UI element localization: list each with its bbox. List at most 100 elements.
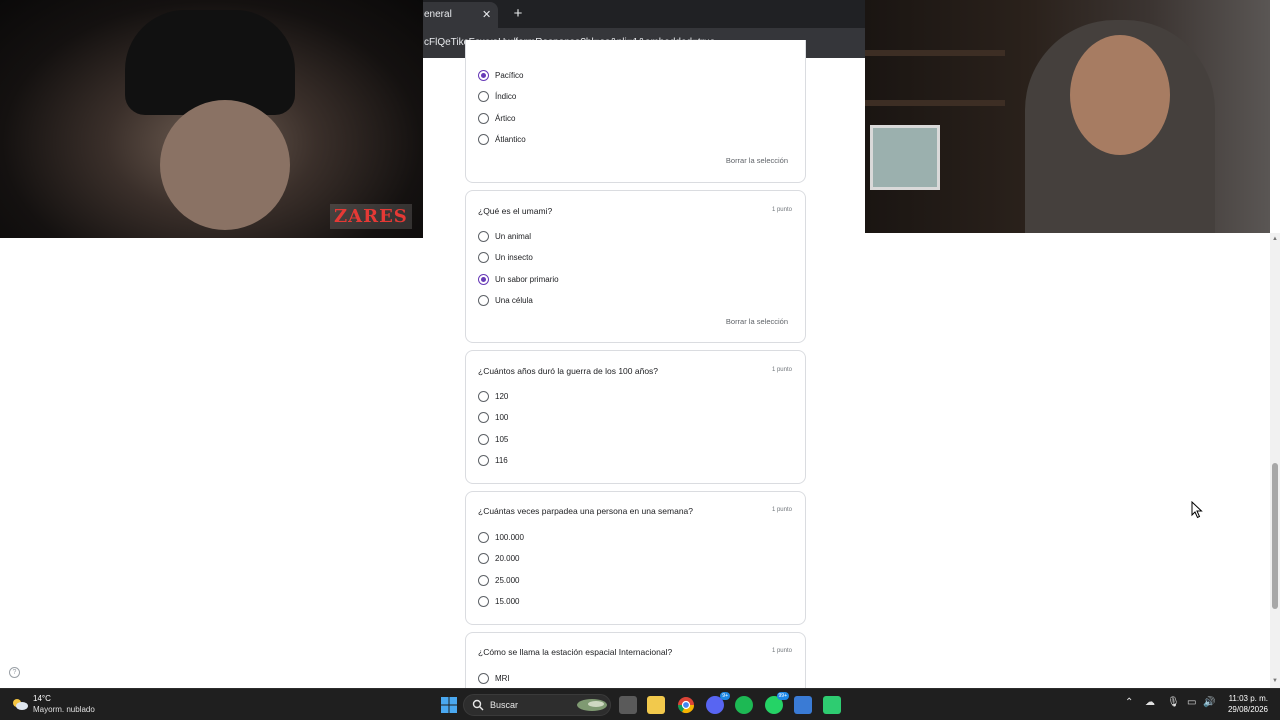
webcam-right [865, 0, 1270, 233]
clear-selection-button[interactable]: Borrar la selección [726, 317, 788, 326]
option-un-sabor-primario[interactable]: Un sabor primario [478, 272, 559, 286]
option-label: 20.000 [495, 553, 520, 563]
option-indico[interactable]: Índico [478, 89, 516, 103]
radio[interactable] [478, 531, 489, 543]
radio[interactable] [478, 433, 489, 445]
search-label: Buscar [490, 700, 519, 710]
volume-icon[interactable]: 🔊 [1203, 697, 1215, 708]
chrome-icon[interactable] [677, 696, 695, 714]
scrollbar-thumb[interactable] [1272, 463, 1278, 609]
option-20000[interactable]: 20.000 [478, 551, 519, 565]
microphone-icon[interactable]: 🎙 [1167, 697, 1180, 708]
option-116[interactable]: 116 [478, 453, 508, 467]
webcam-left-face [160, 100, 290, 230]
task-view-icon[interactable] [619, 696, 637, 714]
option-105[interactable]: 105 [478, 432, 508, 446]
whatsapp-badge: 99+ [776, 692, 789, 700]
clock-time[interactable]: 11:03 p. m. [1226, 694, 1268, 703]
cloudy-weather-icon[interactable] [11, 697, 29, 711]
option-label: MRI [495, 673, 510, 683]
picture-frame [870, 125, 940, 190]
radio[interactable] [478, 230, 489, 242]
chevron-up-icon[interactable]: ⌃ [1125, 697, 1133, 708]
radio[interactable] [478, 294, 489, 306]
webcam-right-head [1070, 35, 1170, 155]
option-label: 100.000 [495, 532, 524, 542]
obs-app-icon[interactable] [823, 696, 841, 714]
scroll-down-icon[interactable]: ▼ [1272, 678, 1278, 684]
help-icon[interactable]: ? [9, 667, 20, 678]
search-icon [472, 699, 484, 711]
question-card: Pacífico Índico Ártico Átlantico Borrar … [465, 40, 806, 183]
option-label: 15.000 [495, 596, 520, 606]
tab-title: eneral [424, 9, 452, 20]
app-window-icon[interactable] [794, 696, 812, 714]
radio[interactable] [478, 411, 489, 423]
question-points: 1 punto [771, 207, 792, 213]
question-title: ¿Qué es el umami? [478, 206, 553, 216]
webcam-left: ZARES [0, 0, 423, 238]
option-label: 120 [495, 391, 509, 401]
option-100000[interactable]: 100.000 [478, 530, 524, 544]
taskbar: 14°C Mayorm. nublado Buscar 9+ 99+ ⌃ ☁ 🎙 [0, 688, 1280, 720]
close-tab-icon[interactable]: ✕ [482, 2, 491, 28]
shelf [865, 100, 1005, 106]
spotify-icon[interactable] [735, 696, 753, 714]
option-label: Índico [495, 91, 517, 101]
option-artico[interactable]: Ártico [478, 111, 515, 125]
browser-tabbar: eneral ✕ + [422, 0, 866, 28]
file-explorer-icon[interactable] [647, 696, 665, 714]
option-label: Una célula [495, 295, 533, 305]
new-tab-button[interactable]: + [506, 2, 530, 26]
radio[interactable] [478, 390, 489, 402]
option-15000[interactable]: 15.000 [478, 594, 519, 608]
windows-start-icon[interactable] [440, 696, 458, 714]
question-points: 1 punto [771, 648, 792, 654]
mouse-cursor-icon [1191, 501, 1203, 519]
question-card: ¿Cuántos años duró la guerra de los 100 … [465, 350, 806, 484]
option-label: 100 [495, 412, 509, 422]
option-120[interactable]: 120 [478, 389, 508, 403]
scrollbar-track[interactable] [1270, 233, 1280, 688]
question-title: ¿Cuántas veces parpadea una persona en u… [478, 506, 694, 516]
shelf [865, 50, 1005, 56]
network-tray-icon[interactable]: ☁ [1145, 697, 1155, 708]
radio[interactable] [478, 112, 489, 124]
option-un-insecto[interactable]: Un insecto [478, 250, 533, 264]
display-icon[interactable]: ▭ [1187, 697, 1196, 708]
radio[interactable] [478, 454, 489, 466]
option-un-animal[interactable]: Un animal [478, 229, 531, 243]
radio[interactable] [478, 251, 489, 263]
option-label: Un sabor primario [495, 274, 559, 284]
option-pacifico[interactable]: Pacífico [478, 68, 523, 82]
radio[interactable] [478, 133, 489, 145]
discord-icon[interactable]: 9+ [706, 692, 730, 714]
option-25000[interactable]: 25.000 [478, 573, 519, 587]
weather-description[interactable]: Mayorm. nublado [33, 705, 95, 714]
scroll-up-icon[interactable]: ▲ [1272, 236, 1278, 242]
option-100[interactable]: 100 [478, 410, 508, 424]
clock-date[interactable]: 29/08/2026 [1226, 705, 1268, 714]
question-title: ¿Cómo se llama la estación espacial Inte… [478, 647, 673, 657]
option-una-celula[interactable]: Una célula [478, 293, 533, 307]
radio-checked[interactable] [478, 69, 489, 81]
radio[interactable] [478, 595, 489, 607]
option-atlantico[interactable]: Átlantico [478, 132, 526, 146]
question-card: ¿Qué es el umami? 1 punto Un animal Un i… [465, 190, 806, 343]
option-label: Ártico [495, 113, 516, 123]
option-mri[interactable]: MRI [478, 671, 510, 685]
question-card: ¿Cuántas veces parpadea una persona en u… [465, 491, 806, 625]
clear-selection-button[interactable]: Borrar la selección [726, 156, 788, 165]
radio[interactable] [478, 672, 489, 684]
radio[interactable] [478, 574, 489, 586]
search-highlight-icon [577, 699, 607, 711]
weather-temperature[interactable]: 14°C [33, 694, 51, 703]
taskbar-search[interactable]: Buscar [463, 694, 611, 716]
radio-checked[interactable] [478, 273, 489, 285]
browser-tab[interactable]: eneral ✕ [422, 2, 498, 28]
option-label: 25.000 [495, 575, 520, 585]
radio[interactable] [478, 90, 489, 102]
radio[interactable] [478, 552, 489, 564]
question-title: ¿Cuántos años duró la guerra de los 100 … [478, 366, 659, 376]
whatsapp-icon[interactable]: 99+ [765, 692, 789, 714]
